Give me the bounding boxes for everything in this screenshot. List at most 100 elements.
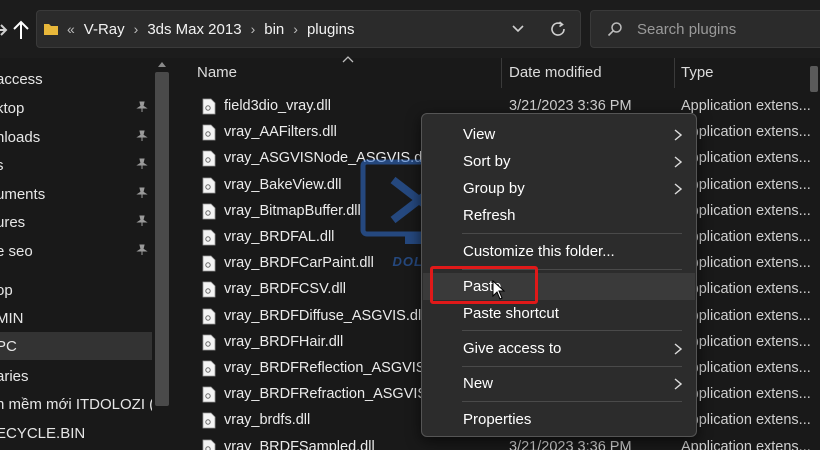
menu-item-label: Group by [463, 180, 525, 197]
nav-item-label: ktop [0, 99, 25, 117]
file-name: vray_BRDFAL.dll [224, 229, 335, 245]
menu-separator [462, 233, 682, 234]
column-header-name[interactable]: Name [197, 59, 497, 85]
file-name: vray_BRDFRefraction_ASGVIS.dll [224, 386, 446, 403]
menu-item-properties[interactable]: Properties [423, 406, 695, 433]
scroll-up-icon[interactable] [157, 60, 167, 68]
search-box[interactable]: Search plugins [590, 10, 820, 48]
refresh-icon[interactable] [549, 20, 567, 38]
menu-item-refresh[interactable]: Refresh [423, 202, 695, 229]
pin-icon[interactable] [136, 187, 148, 199]
nav-item-recycle-bin[interactable]: ECYCLE.BIN [0, 419, 152, 447]
file-explorer-window: « V-Ray › 3ds Max 2013 › bin › plugins S… [0, 0, 820, 450]
nav-item-libraries[interactable]: aries [0, 362, 152, 390]
file-date-modified: 3/21/2023 3:36 PM [509, 438, 632, 450]
chevron-right-icon [674, 378, 682, 390]
nav-item-pictures[interactable]: ures [0, 208, 152, 236]
file-type: Application extens... [681, 386, 811, 403]
breadcrumb-plugins[interactable]: plugins [307, 21, 355, 38]
dll-file-icon [202, 412, 216, 429]
chevron-right-icon: › [133, 21, 139, 37]
menu-item-give-access[interactable]: Give access to [423, 335, 695, 362]
chevron-down-icon[interactable] [511, 22, 525, 36]
menu-item-view[interactable]: View [423, 121, 695, 148]
nav-item-documents[interactable]: uments [0, 180, 152, 208]
pin-icon[interactable] [136, 215, 148, 227]
nav-item-desktop[interactable]: ktop [0, 94, 152, 122]
dll-file-icon [202, 203, 216, 220]
column-type-label: Type [681, 63, 714, 81]
nav-item-label: MIN [0, 309, 24, 327]
mouse-cursor-icon [492, 280, 506, 300]
file-name: vray_BakeView.dll [224, 176, 342, 193]
nav-scrollbar[interactable] [153, 58, 171, 450]
nav-item-this-pc[interactable]: PC [0, 332, 152, 360]
nav-item-op[interactable]: op [0, 276, 152, 304]
menu-item-paste-shortcut[interactable]: Paste shortcut [423, 300, 695, 327]
up-button[interactable] [8, 16, 34, 44]
breadcrumb-overflow[interactable]: « [67, 21, 75, 37]
nav-item-quick-access[interactable]: access [0, 65, 152, 93]
search-input[interactable]: Search plugins [637, 21, 736, 38]
nav-item-label: access [0, 70, 43, 88]
file-date-modified: 3/21/2023 3:36 PM [509, 98, 632, 114]
file-type: Application extens... [681, 98, 811, 114]
dll-file-icon [202, 308, 216, 324]
nav-item-seo[interactable]: e seo [0, 237, 152, 265]
menu-item-sort-by[interactable]: Sort by [423, 148, 695, 175]
nav-item-label: s [0, 157, 4, 174]
file-type: Application extens... [681, 412, 811, 429]
file-type: Application extens... [681, 438, 811, 450]
address-bar[interactable]: « V-Ray › 3ds Max 2013 › bin › plugins [36, 10, 581, 48]
nav-item-s[interactable]: s [0, 151, 152, 179]
nav-item-admin[interactable]: MIN [0, 304, 152, 332]
column-divider[interactable] [674, 58, 675, 88]
breadcrumb-bin[interactable]: bin [264, 21, 284, 38]
dll-file-icon [202, 255, 216, 272]
file-list-scrollbar[interactable] [808, 58, 820, 450]
file-name: vray_BRDFSampled.dll [224, 438, 375, 450]
menu-item-customize-folder[interactable]: Customize this folder... [423, 238, 695, 265]
column-divider[interactable] [501, 58, 502, 88]
scrollbar-thumb[interactable] [155, 72, 169, 406]
dll-file-icon [202, 177, 216, 193]
dll-file-icon [202, 98, 216, 115]
nav-item-downloads[interactable]: nloads [0, 123, 152, 151]
scrollbar-thumb[interactable] [810, 66, 818, 92]
file-type: Application extens... [681, 360, 811, 376]
dll-file-icon [202, 150, 216, 167]
pin-icon[interactable] [136, 158, 148, 170]
breadcrumb-vray[interactable]: V-Ray [84, 21, 125, 38]
forward-arrow-icon[interactable] [0, 20, 8, 40]
file-name: vray_BitmapBuffer.dll [224, 202, 361, 219]
menu-item-label: Paste shortcut [463, 305, 559, 322]
menu-item-new[interactable]: New [423, 370, 695, 397]
file-type: Application extens... [681, 124, 811, 141]
file-type: Application extens... [681, 281, 811, 298]
chevron-right-icon [674, 343, 682, 355]
pin-icon[interactable] [136, 101, 148, 113]
breadcrumb: « V-Ray › 3ds Max 2013 › bin › plugins [67, 11, 354, 47]
column-header-date[interactable]: Date modified [509, 59, 669, 85]
nav-item-label: op [0, 281, 13, 299]
pin-icon[interactable] [136, 244, 148, 256]
file-name: vray_BRDFReflection_ASGVIS.dll [224, 360, 444, 376]
file-name: vray_brdfs.dll [224, 412, 311, 429]
file-type: Application extens... [681, 202, 811, 219]
search-icon [607, 22, 622, 37]
column-date-label: Date modified [509, 63, 602, 81]
nav-item-drive-f[interactable]: n mềm mới ITDOLOZI (F:) [0, 390, 152, 418]
nav-item-label: n mềm mới ITDOLOZI (F:) [0, 395, 152, 413]
chevron-right-icon: › [250, 21, 256, 37]
column-header-type[interactable]: Type [681, 59, 811, 85]
breadcrumb-3dsmax[interactable]: 3ds Max 2013 [147, 21, 241, 38]
dll-file-icon [202, 360, 216, 377]
file-name: vray_BRDFHair.dll [224, 333, 344, 350]
menu-separator [462, 366, 682, 367]
pin-icon[interactable] [136, 130, 148, 142]
menu-item-label: Refresh [463, 207, 516, 224]
menu-item-group-by[interactable]: Group by [423, 175, 695, 202]
file-type: Application extens... [681, 150, 811, 167]
file-type: Application extens... [681, 176, 811, 193]
address-toolbar: « V-Ray › 3ds Max 2013 › bin › plugins S… [0, 0, 820, 58]
